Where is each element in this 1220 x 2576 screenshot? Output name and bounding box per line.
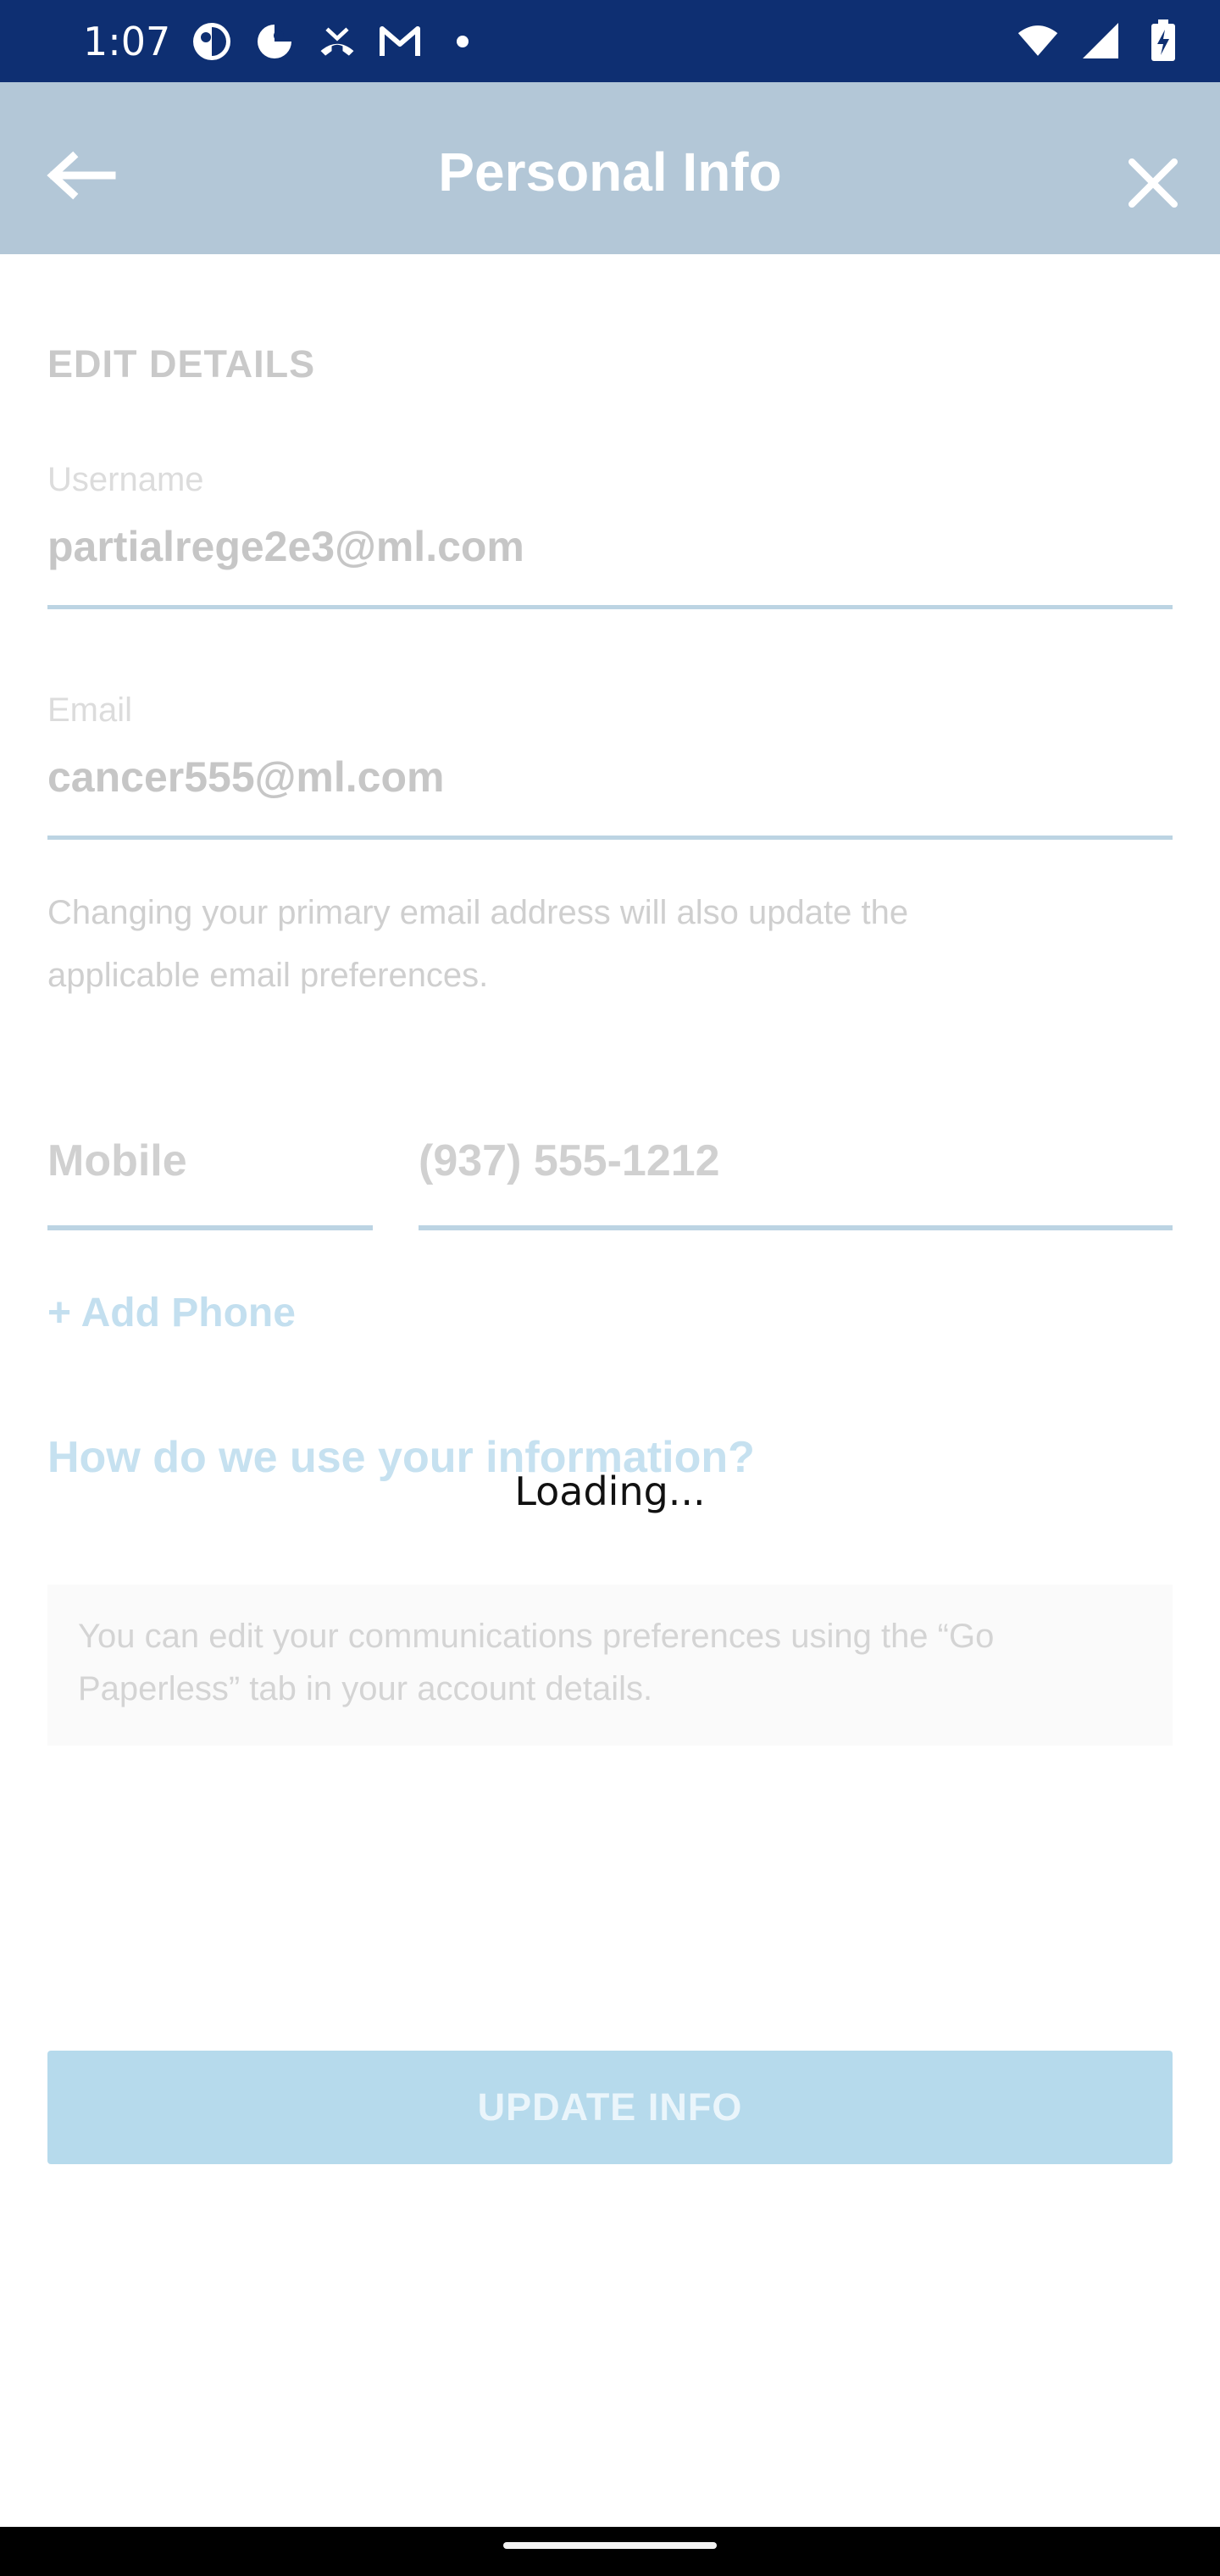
pinwheel-outline-icon — [253, 22, 296, 61]
page-title: Personal Info — [438, 142, 782, 203]
cellular-signal-icon — [1079, 21, 1122, 60]
pinwheel-icon — [191, 22, 233, 61]
missed-call-icon — [316, 22, 358, 61]
loading-indicator: Loading... — [449, 1449, 771, 1534]
battery-charging-icon — [1142, 19, 1184, 61]
close-icon — [1128, 158, 1178, 208]
status-bar: 1:07 — [0, 0, 1220, 82]
wifi-icon — [1017, 21, 1059, 60]
home-gesture-handle[interactable] — [503, 2542, 717, 2549]
navigation-bar — [0, 2527, 1220, 2576]
loading-overlay: Loading... — [0, 254, 1220, 2525]
close-button[interactable] — [1123, 153, 1183, 213]
app-bar: Personal Info — [0, 82, 1220, 254]
gmail-icon — [379, 22, 421, 61]
dot-icon — [441, 22, 484, 61]
loading-text: Loading... — [514, 1468, 706, 1514]
status-time: 1:07 — [83, 19, 171, 64]
